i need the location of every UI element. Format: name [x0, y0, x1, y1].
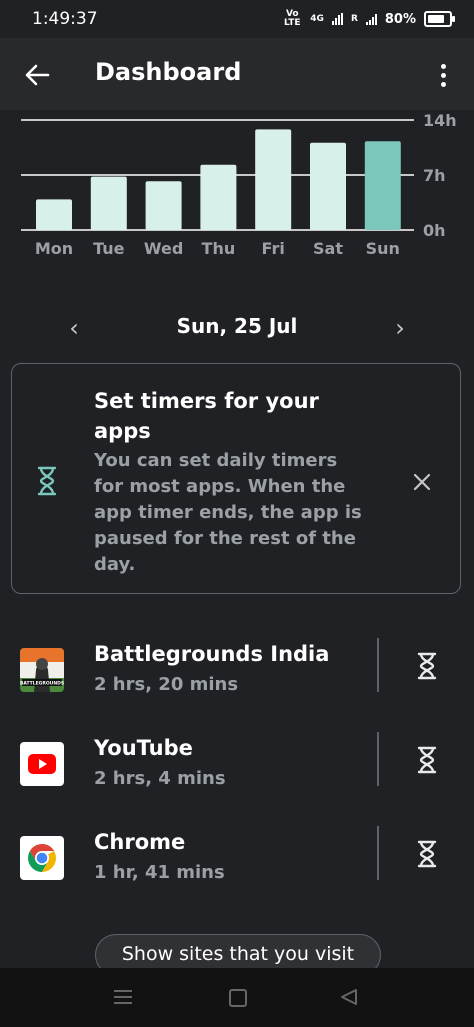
divider: [377, 826, 379, 880]
date-navigator: ‹ Sun, 25 Jul ›: [0, 308, 474, 348]
app-row-chrome[interactable]: Chrome 1 hr, 41 mins: [0, 816, 474, 906]
set-timer-button[interactable]: [405, 832, 449, 876]
next-day-button[interactable]: ›: [384, 312, 416, 344]
bar-sun[interactable]: [364, 141, 401, 230]
x-tick-label: Sun: [366, 239, 400, 258]
volte-label: Vo LTE: [284, 9, 301, 28]
y-tick-label: 7h: [423, 166, 446, 185]
chrome-icon: [20, 836, 64, 880]
card-body: You can set daily timers for most apps. …: [94, 450, 362, 575]
timer-suggestion-card: Set timers for your apps You can set dai…: [11, 363, 461, 594]
x-tick-label: Sat: [313, 239, 343, 258]
app-bar: Dashboard: [0, 38, 474, 110]
app-usage-time: 2 hrs, 20 mins: [94, 674, 239, 695]
hourglass-icon: [417, 840, 437, 868]
youtube-icon: [20, 742, 64, 786]
page-title: Dashboard: [95, 58, 242, 86]
bar-tue[interactable]: [90, 176, 127, 230]
x-tick-label: Fri: [262, 239, 285, 258]
system-nav-bar: [0, 968, 474, 1027]
app-row-battlegrounds[interactable]: BATTLEGROUNDS Battlegrounds India 2 hrs,…: [0, 628, 474, 718]
app-usage-time: 2 hrs, 4 mins: [94, 768, 226, 789]
bar-thu[interactable]: [200, 164, 237, 230]
back-triangle-icon[interactable]: [340, 988, 358, 1006]
hourglass-icon: [37, 466, 57, 496]
x-tick-label: Thu: [202, 239, 236, 258]
battery-fill: [428, 15, 444, 23]
x-tick-label: Wed: [144, 239, 183, 258]
x-tick-label: Tue: [93, 239, 125, 258]
bar-mon[interactable]: [36, 199, 72, 230]
hourglass-icon: [417, 746, 437, 774]
app-name: Chrome: [94, 830, 186, 854]
signal-icon: [331, 13, 343, 25]
battlegrounds-icon: BATTLEGROUNDS: [20, 648, 64, 692]
set-timer-button[interactable]: [405, 644, 449, 688]
usage-chart: Mon Tue Wed Thu Fri Sat Sun 14h 7h 0h: [21, 111, 457, 258]
divider: [377, 732, 379, 786]
battery-percent: 80%: [384, 11, 416, 27]
more-vert-icon: [440, 63, 446, 69]
hourglass-icon: [417, 652, 437, 680]
chevron-right-icon: ›: [395, 314, 405, 342]
svg-text:BATTLEGROUNDS: BATTLEGROUNDS: [20, 681, 64, 687]
status-bar: 1:49:37 Vo LTE 4G R 80%: [0, 0, 474, 38]
bar-wed[interactable]: [145, 181, 182, 230]
back-button[interactable]: [18, 56, 56, 94]
status-time: 1:49:37: [32, 9, 98, 29]
roaming-label: R: [350, 14, 358, 24]
status-icons: Vo LTE 4G R 80%: [282, 9, 455, 28]
recent-apps-button[interactable]: [114, 990, 132, 1004]
more-options-button[interactable]: [426, 56, 460, 94]
bar-fri[interactable]: [255, 129, 292, 230]
app-name: YouTube: [94, 736, 193, 760]
network-gen: 4G: [310, 14, 324, 24]
app-row-youtube[interactable]: YouTube 2 hrs, 4 mins: [0, 722, 474, 812]
app-name: Battlegrounds India: [94, 642, 330, 666]
set-timer-button[interactable]: [405, 738, 449, 782]
signal-icon-2: [365, 13, 377, 25]
card-title: Set timers for your apps: [94, 389, 319, 443]
divider: [377, 638, 379, 692]
battery-icon: [424, 11, 455, 27]
y-tick-label: 14h: [423, 111, 457, 130]
y-tick-label: 0h: [423, 221, 446, 240]
x-tick-label: Mon: [35, 239, 73, 258]
app-usage-time: 1 hr, 41 mins: [94, 862, 225, 883]
close-icon: [413, 473, 431, 491]
bar-sat[interactable]: [310, 142, 346, 230]
arrow-left-icon: [25, 64, 50, 86]
dismiss-card-button[interactable]: [404, 464, 440, 500]
home-button[interactable]: [229, 989, 247, 1007]
